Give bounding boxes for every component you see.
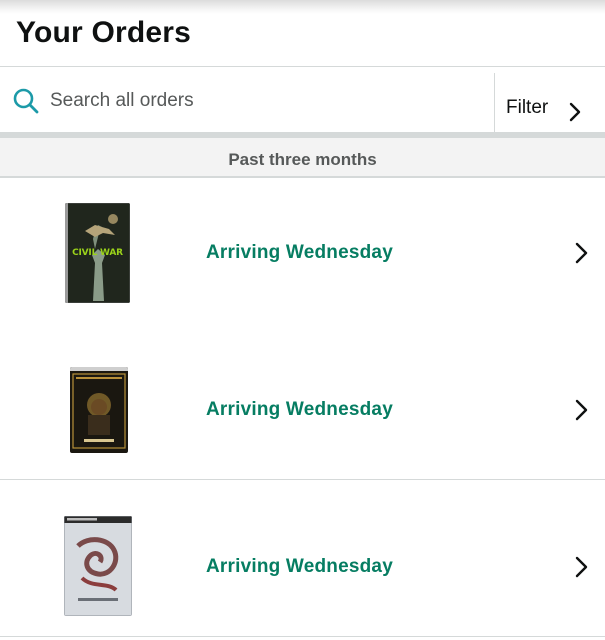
section-header: Past three months xyxy=(0,132,605,178)
top-shadow xyxy=(0,0,605,14)
chevron-right-icon xyxy=(575,399,588,421)
chevron-right-icon xyxy=(569,102,581,122)
product-image xyxy=(64,516,132,616)
order-row[interactable]: Arriving Wednesday xyxy=(0,480,605,637)
search-icon[interactable] xyxy=(12,87,40,115)
order-row[interactable]: CIVIL WAR Arriving Wednesday xyxy=(0,178,605,335)
section-label: Past three months xyxy=(228,150,377,169)
filter-button[interactable]: Filter xyxy=(494,73,605,133)
order-row[interactable]: Arriving Wednesday xyxy=(0,323,605,480)
order-status: Arriving Wednesday xyxy=(206,556,393,577)
chevron-right-icon xyxy=(575,556,588,578)
order-status: Arriving Wednesday xyxy=(206,242,393,263)
filter-label: Filter xyxy=(506,97,549,118)
order-status: Arriving Wednesday xyxy=(206,399,393,420)
cover-text: CIVIL WAR xyxy=(72,248,123,258)
search-input[interactable] xyxy=(48,85,472,117)
product-image xyxy=(70,367,128,453)
search-bar: Filter xyxy=(0,66,605,133)
page-title: Your Orders xyxy=(16,16,192,49)
chevron-right-icon xyxy=(575,242,588,264)
